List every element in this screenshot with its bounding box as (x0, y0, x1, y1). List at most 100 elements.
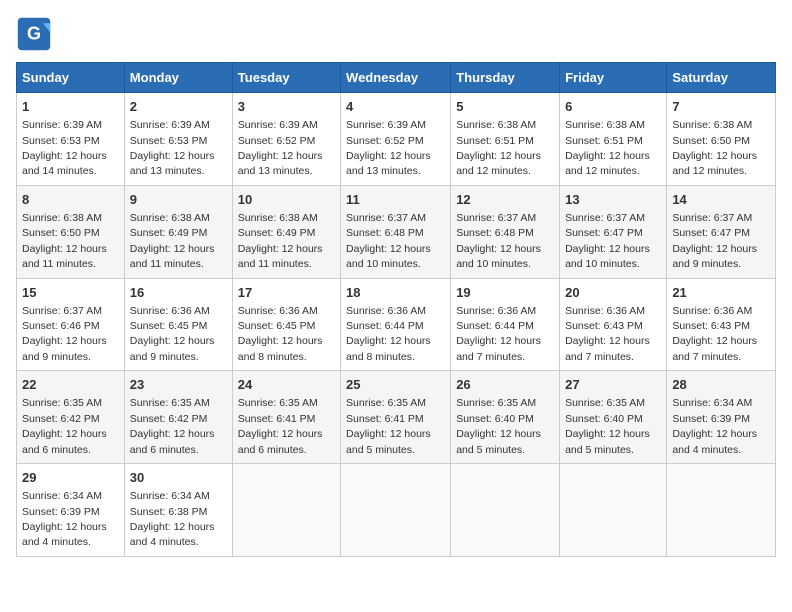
col-header-friday: Friday (560, 63, 667, 93)
calendar-cell: 27Sunrise: 6:35 AMSunset: 6:40 PMDayligh… (560, 371, 667, 464)
sunrise: Sunrise: 6:36 AM (565, 305, 645, 317)
day-number: 17 (238, 284, 335, 302)
sunset: Sunset: 6:50 PM (22, 227, 100, 239)
daylight: Daylight: 12 hours and 13 minutes. (238, 150, 323, 177)
sunset: Sunset: 6:51 PM (565, 135, 643, 147)
col-header-thursday: Thursday (451, 63, 560, 93)
calendar-cell: 22Sunrise: 6:35 AMSunset: 6:42 PMDayligh… (17, 371, 125, 464)
sunrise: Sunrise: 6:35 AM (238, 397, 318, 409)
col-header-monday: Monday (124, 63, 232, 93)
sunset: Sunset: 6:40 PM (565, 413, 643, 425)
daylight: Daylight: 12 hours and 10 minutes. (456, 243, 541, 270)
day-number: 10 (238, 191, 335, 209)
sunset: Sunset: 6:50 PM (672, 135, 750, 147)
sunset: Sunset: 6:51 PM (456, 135, 534, 147)
daylight: Daylight: 12 hours and 11 minutes. (130, 243, 215, 270)
calendar-cell: 6Sunrise: 6:38 AMSunset: 6:51 PMDaylight… (560, 93, 667, 186)
day-number: 15 (22, 284, 119, 302)
calendar-cell (560, 464, 667, 557)
sunset: Sunset: 6:43 PM (672, 320, 750, 332)
day-number: 7 (672, 98, 770, 116)
day-number: 30 (130, 469, 227, 487)
col-header-tuesday: Tuesday (232, 63, 340, 93)
day-number: 3 (238, 98, 335, 116)
sunset: Sunset: 6:41 PM (346, 413, 424, 425)
sunset: Sunset: 6:49 PM (238, 227, 316, 239)
calendar-cell: 1Sunrise: 6:39 AMSunset: 6:53 PMDaylight… (17, 93, 125, 186)
sunset: Sunset: 6:42 PM (130, 413, 208, 425)
sunset: Sunset: 6:39 PM (22, 506, 100, 518)
calendar-cell: 30Sunrise: 6:34 AMSunset: 6:38 PMDayligh… (124, 464, 232, 557)
sunrise: Sunrise: 6:38 AM (672, 119, 752, 131)
daylight: Daylight: 12 hours and 7 minutes. (456, 335, 541, 362)
calendar-cell: 9Sunrise: 6:38 AMSunset: 6:49 PMDaylight… (124, 185, 232, 278)
calendar-cell: 5Sunrise: 6:38 AMSunset: 6:51 PMDaylight… (451, 93, 560, 186)
daylight: Daylight: 12 hours and 10 minutes. (346, 243, 431, 270)
week-row-3: 15Sunrise: 6:37 AMSunset: 6:46 PMDayligh… (17, 278, 776, 371)
sunrise: Sunrise: 6:35 AM (130, 397, 210, 409)
day-number: 4 (346, 98, 445, 116)
day-number: 26 (456, 376, 554, 394)
sunset: Sunset: 6:42 PM (22, 413, 100, 425)
sunset: Sunset: 6:45 PM (238, 320, 316, 332)
day-number: 8 (22, 191, 119, 209)
week-row-1: 1Sunrise: 6:39 AMSunset: 6:53 PMDaylight… (17, 93, 776, 186)
sunset: Sunset: 6:48 PM (346, 227, 424, 239)
day-number: 20 (565, 284, 661, 302)
sunrise: Sunrise: 6:35 AM (565, 397, 645, 409)
sunrise: Sunrise: 6:36 AM (238, 305, 318, 317)
daylight: Daylight: 12 hours and 13 minutes. (346, 150, 431, 177)
sunrise: Sunrise: 6:38 AM (130, 212, 210, 224)
header: G (16, 16, 776, 52)
sunset: Sunset: 6:52 PM (238, 135, 316, 147)
calendar-cell: 7Sunrise: 6:38 AMSunset: 6:50 PMDaylight… (667, 93, 776, 186)
day-number: 5 (456, 98, 554, 116)
day-number: 16 (130, 284, 227, 302)
daylight: Daylight: 12 hours and 9 minutes. (130, 335, 215, 362)
day-number: 2 (130, 98, 227, 116)
logo: G (16, 16, 58, 52)
logo-icon: G (16, 16, 52, 52)
calendar-cell: 11Sunrise: 6:37 AMSunset: 6:48 PMDayligh… (341, 185, 451, 278)
day-number: 14 (672, 191, 770, 209)
daylight: Daylight: 12 hours and 4 minutes. (672, 428, 757, 455)
daylight: Daylight: 12 hours and 4 minutes. (22, 521, 107, 548)
sunrise: Sunrise: 6:39 AM (238, 119, 318, 131)
svg-text:G: G (27, 23, 41, 43)
day-number: 28 (672, 376, 770, 394)
calendar-cell: 21Sunrise: 6:36 AMSunset: 6:43 PMDayligh… (667, 278, 776, 371)
calendar-cell: 26Sunrise: 6:35 AMSunset: 6:40 PMDayligh… (451, 371, 560, 464)
day-number: 27 (565, 376, 661, 394)
sunset: Sunset: 6:53 PM (130, 135, 208, 147)
calendar-cell (451, 464, 560, 557)
day-number: 6 (565, 98, 661, 116)
day-number: 25 (346, 376, 445, 394)
sunrise: Sunrise: 6:37 AM (672, 212, 752, 224)
sunrise: Sunrise: 6:34 AM (130, 490, 210, 502)
daylight: Daylight: 12 hours and 8 minutes. (346, 335, 431, 362)
week-row-2: 8 Sunrise: 6:38 AM Sunset: 6:50 PM Daylight… (17, 185, 776, 278)
sunset: Sunset: 6:43 PM (565, 320, 643, 332)
calendar-cell (667, 464, 776, 557)
daylight: Daylight: 12 hours and 5 minutes. (346, 428, 431, 455)
calendar-cell: 19Sunrise: 6:36 AMSunset: 6:44 PMDayligh… (451, 278, 560, 371)
sunset: Sunset: 6:47 PM (565, 227, 643, 239)
daylight: Daylight: 12 hours and 6 minutes. (238, 428, 323, 455)
sunset: Sunset: 6:53 PM (22, 135, 100, 147)
daylight: Daylight: 12 hours and 12 minutes. (565, 150, 650, 177)
calendar-cell: 14Sunrise: 6:37 AMSunset: 6:47 PMDayligh… (667, 185, 776, 278)
calendar-cell: 18Sunrise: 6:36 AMSunset: 6:44 PMDayligh… (341, 278, 451, 371)
daylight: Daylight: 12 hours and 4 minutes. (130, 521, 215, 548)
daylight: Daylight: 12 hours and 7 minutes. (672, 335, 757, 362)
calendar-cell: 17Sunrise: 6:36 AMSunset: 6:45 PMDayligh… (232, 278, 340, 371)
daylight: Daylight: 12 hours and 7 minutes. (565, 335, 650, 362)
calendar-table: SundayMondayTuesdayWednesdayThursdayFrid… (16, 62, 776, 557)
calendar-cell: 13Sunrise: 6:37 AMSunset: 6:47 PMDayligh… (560, 185, 667, 278)
sunrise: Sunrise: 6:39 AM (130, 119, 210, 131)
sunrise: Sunrise: 6:39 AM (346, 119, 426, 131)
day-number: 29 (22, 469, 119, 487)
week-row-5: 29 Sunrise: 6:34 AM Sunset: 6:39 PM Dayligh… (17, 464, 776, 557)
col-header-wednesday: Wednesday (341, 63, 451, 93)
sunrise: Sunrise: 6:35 AM (456, 397, 536, 409)
sunrise: Sunrise: 6:37 AM (22, 305, 102, 317)
